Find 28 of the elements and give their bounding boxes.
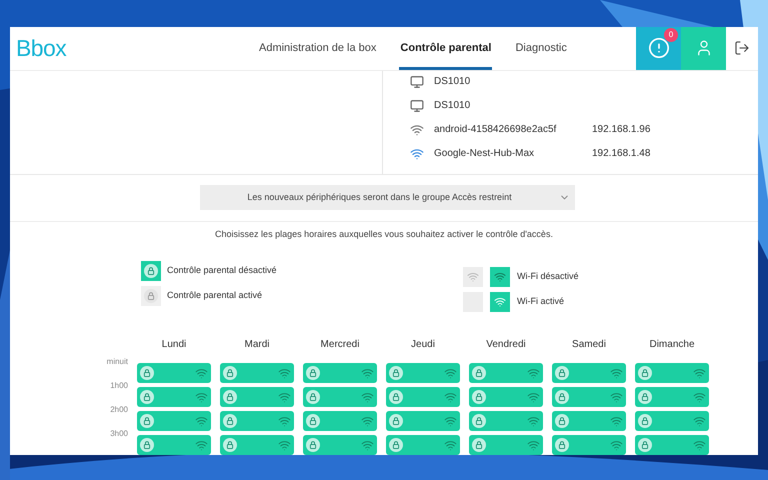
device-name: DS1010 — [434, 75, 472, 90]
legend-label: Wi-Fi activé — [517, 295, 564, 308]
day-header: Vendredi — [485, 338, 527, 352]
legend-label: Wi-Fi désactivé — [517, 270, 579, 284]
nav-tab[interactable]: Administration de la box — [258, 27, 378, 70]
notification-badge: 0 — [664, 28, 678, 42]
device-ip: 192.168.1.96 — [592, 123, 650, 138]
group-dropdown[interactable]: Les nouveaux périphériques seront dans le groupe Accès restreint — [200, 185, 575, 210]
instruction-text: Choisissez les plages horaires auxquelles vous souhaitez activer le contrôle d'accès. — [214, 228, 554, 241]
nav-tab[interactable]: Contrôle parental — [399, 27, 492, 70]
legend-label: Contrôle parental désactivé — [167, 264, 277, 278]
device-name: Google-Nest-Hub-Max — [434, 147, 536, 162]
time-label: 1h00 — [110, 381, 128, 392]
day-header: Lundi — [160, 338, 188, 352]
device-name: android-4158426698e2ac5f — [434, 123, 558, 138]
day-header: Mercredi — [320, 338, 360, 352]
time-label: 2h00 — [110, 405, 128, 416]
legend-label: Contrôle parental activé — [167, 289, 262, 302]
day-header: Jeudi — [410, 338, 436, 352]
alerts-button[interactable]: 0 — [636, 27, 681, 70]
device-ip: 192.168.1.48 — [592, 147, 650, 162]
day-header: Mardi — [243, 338, 270, 352]
nav-tab[interactable]: Diagnostic — [514, 27, 568, 70]
time-label: minuit — [106, 357, 128, 368]
time-label: 3h00 — [110, 429, 128, 440]
day-header: Samedi — [571, 338, 607, 352]
day-header: Dimanche — [648, 338, 696, 352]
device-name: DS1010 — [434, 99, 472, 114]
